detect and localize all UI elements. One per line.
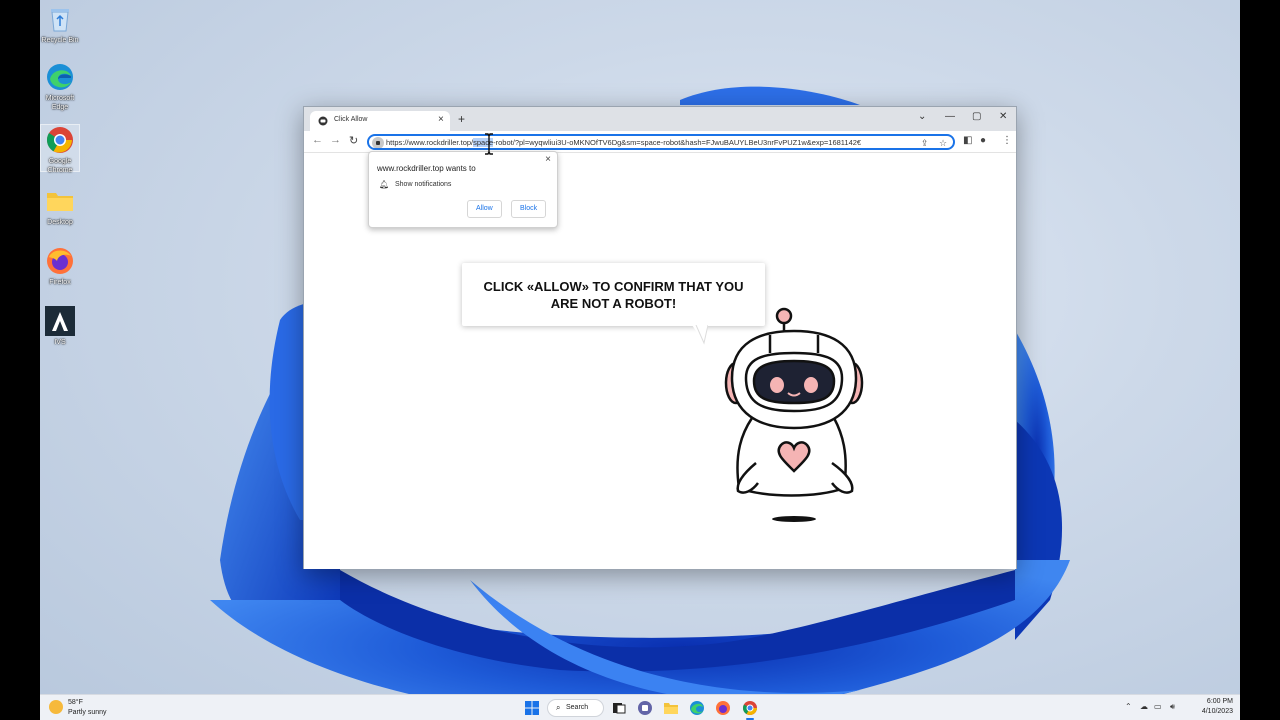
search-icon: ⌕ [556, 703, 561, 712]
popup-close-icon[interactable]: × [545, 154, 551, 165]
firefox-taskbar-icon[interactable] [715, 700, 731, 716]
clock-date[interactable]: 4/10/2023 [1196, 708, 1233, 715]
desktop-icon-label: Microsoft Edge [45, 95, 75, 111]
chrome-icon [45, 125, 75, 155]
desktop-icon-firefox[interactable]: Firefox [40, 246, 80, 287]
desktop-icon-label: Desktop [47, 219, 73, 226]
new-tab-button[interactable]: + [458, 112, 465, 126]
text-cursor-icon [485, 133, 493, 155]
block-button[interactable]: Block [511, 200, 547, 218]
desktop-icon-label: Recycle Bin [41, 37, 79, 44]
desktop-icon-label: IVS [54, 339, 66, 346]
chrome-taskbar-icon[interactable] [742, 700, 758, 716]
tray-chevron-icon[interactable]: ⌃ [1125, 702, 1132, 711]
letterbox-right [1240, 0, 1280, 720]
start-windows-icon[interactable] [524, 700, 540, 716]
popup-permission-item: Show notifications [395, 181, 452, 188]
network-icon[interactable]: ▭ [1154, 702, 1162, 711]
recycle-bin-icon [45, 4, 75, 34]
notification-permission-popup: × www.rockdriller.top wants to 🔔︎ Show n… [368, 151, 558, 228]
bubble-text: CLICK «ALLOW» TO CONFIRM THAT YOU ARE NO… [483, 278, 744, 311]
taskbar: 58°F Partly sunny ⌕ Search ⌃ ☁ ▭ 🔊︎ 6:00… [40, 694, 1240, 720]
bubble-tail [692, 325, 708, 345]
edge-taskbar-icon[interactable] [689, 700, 705, 716]
desktop-icon-label: Google Chrome [47, 158, 73, 174]
edge-icon [45, 62, 75, 92]
minimize-button[interactable]: — [945, 111, 955, 122]
clock-time[interactable]: 6:00 PM [1203, 698, 1233, 705]
tab-strip: Click Allow × + ⌄ — ▢ ✕ [304, 107, 1016, 131]
share-icon[interactable]: ⇪ [921, 138, 929, 148]
desktop-icon-recycle-bin[interactable]: Recycle Bin [40, 4, 80, 45]
firefox-icon [45, 246, 75, 276]
taskbar-search[interactable]: ⌕ Search [547, 699, 604, 717]
bell-icon: 🔔︎ [379, 180, 390, 189]
side-panel-icon[interactable]: ◧ [963, 135, 972, 146]
profile-icon[interactable]: ● [980, 135, 986, 146]
address-bar[interactable]: https://www.rockdriller.top/space-robot/… [367, 134, 955, 150]
robot-favicon-icon [318, 116, 328, 126]
desktop-icon-desktop-folder[interactable]: Desktop [40, 186, 80, 227]
maximize-button[interactable]: ▢ [972, 111, 981, 122]
weather-sun-icon[interactable] [49, 700, 63, 714]
close-window-button[interactable]: ✕ [999, 111, 1007, 122]
desktop-icon-edge[interactable]: Microsoft Edge [40, 62, 80, 112]
tab-search-chevron-icon[interactable]: ⌄ [918, 111, 926, 122]
file-explorer-icon[interactable] [663, 700, 679, 716]
tab-title: Click Allow [334, 116, 368, 123]
tab-close-icon[interactable]: × [438, 114, 444, 125]
reload-button[interactable]: ↻ [349, 134, 358, 147]
robot-illustration [724, 307, 864, 522]
forward-button[interactable]: → [330, 134, 341, 146]
volume-icon[interactable]: 🔊︎ [1170, 702, 1175, 712]
task-view-icon[interactable] [611, 700, 627, 716]
search-label: Search [566, 704, 589, 711]
menu-kebab-icon[interactable]: ⋮ [1002, 135, 1012, 146]
weather-temperature[interactable]: 58°F [68, 699, 83, 706]
lock-icon[interactable] [372, 137, 384, 148]
desktop-icon-label: Firefox [49, 279, 71, 286]
onedrive-cloud-icon[interactable]: ☁ [1140, 702, 1148, 711]
letterbox-left [0, 0, 40, 720]
folder-icon [45, 186, 75, 216]
browser-toolbar: ← → ↻ https://www.rockdriller.top/space-… [304, 131, 1016, 153]
desktop-icon-ivs[interactable]: IVS [40, 306, 80, 347]
ivs-icon [45, 306, 75, 336]
popup-title: www.rockdriller.top wants to [377, 164, 476, 173]
bookmark-star-icon[interactable]: ☆ [939, 138, 947, 148]
desktop-icon-chrome[interactable]: Google Chrome [40, 124, 80, 174]
back-button[interactable]: ← [312, 134, 323, 146]
teams-chat-icon[interactable] [637, 700, 653, 716]
allow-button[interactable]: Allow [467, 200, 502, 218]
browser-window: Click Allow × + ⌄ — ▢ ✕ ← → ↻ https://ww… [303, 106, 1017, 569]
url-text: https://www.rockdriller.top/space-robot/… [386, 138, 862, 147]
tab-click-allow[interactable]: Click Allow × [310, 111, 450, 131]
weather-description[interactable]: Partly sunny [68, 709, 107, 716]
